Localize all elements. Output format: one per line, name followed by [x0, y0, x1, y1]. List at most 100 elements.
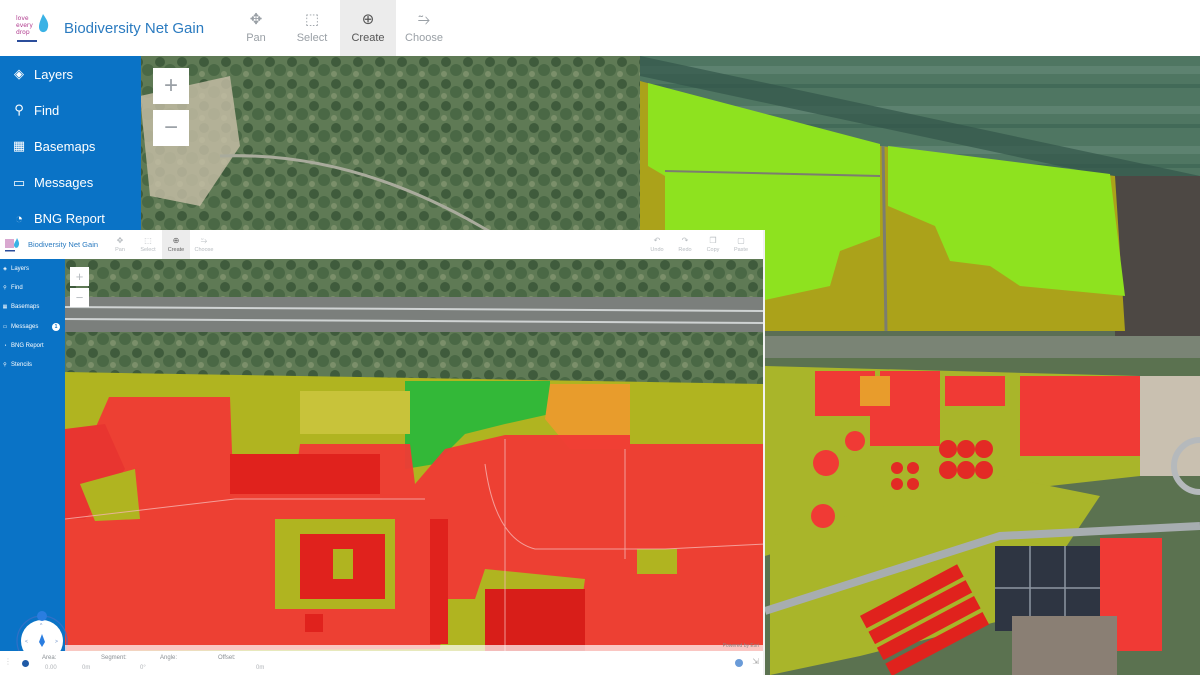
expand-icon[interactable]: ⇲ [752, 657, 759, 666]
area-value: 0.00 [45, 665, 57, 671]
sidebar-item-label: Layers [34, 66, 74, 82]
brand-logo: love every drop [14, 8, 54, 48]
svg-text:every: every [16, 22, 33, 29]
angle-value: 0° [140, 665, 146, 671]
pan-label: Pan [246, 32, 266, 44]
inset-choose-label: Choose [194, 247, 214, 253]
svg-text:love: love [16, 15, 29, 22]
inset-building-red [305, 614, 323, 632]
sidebar-item-messages[interactable]: ▭ Messages [0, 165, 141, 201]
inset-pan-label: Pan [115, 247, 125, 253]
sidebar-item-basemaps[interactable]: ▦ Basemaps [0, 128, 141, 164]
messages-count-badge: 1 [52, 322, 60, 331]
sidebar-item-label: Messages [34, 175, 94, 191]
inset-map[interactable] [65, 259, 765, 651]
tank-red [975, 440, 993, 458]
inset-pan-button[interactable]: ✥ Pan [106, 230, 134, 259]
sidebar-item-label: Find [34, 102, 60, 118]
stencil-icon: ⚲ [3, 362, 7, 369]
tank-red [975, 461, 993, 479]
zoom-in-button[interactable]: + [153, 68, 189, 104]
inset-select-label: Select [140, 247, 156, 253]
bare-ground [1140, 376, 1200, 476]
sidebar-item-label: BNG Report [34, 211, 105, 227]
segment-value: 0m [82, 665, 91, 671]
paste-button[interactable]: ▢ Paste [727, 230, 755, 259]
inset-sidebar-item-find[interactable]: ⚲ Find [0, 278, 65, 297]
attribution-text: Powered by Esri [722, 643, 759, 649]
inset-building-red [230, 454, 380, 494]
inset-select-button[interactable]: ⬚ Select [134, 230, 162, 259]
arable-field [1012, 616, 1117, 675]
inset-toolbar: Biodiversity Net Gain ✥ Pan ⬚ Select ⊕ C… [0, 230, 763, 259]
choose-tool-button[interactable]: ⥲ Choose [396, 0, 452, 56]
inset-choose-button[interactable]: ⥲ Choose [190, 230, 218, 259]
inset-sidebar-item-basemaps[interactable]: ▦ Basemaps [0, 298, 65, 317]
inset-sidebar-item-messages[interactable]: ▭ Messages 1 [0, 317, 65, 336]
rotation-handle[interactable] [37, 611, 47, 621]
inset-courtyard [333, 549, 353, 579]
search-icon: ⚲ [14, 102, 24, 118]
tank-red [845, 431, 865, 451]
search-icon: ⚲ [3, 284, 7, 291]
segment-label: Segment: [101, 655, 127, 661]
svg-text:drop: drop [16, 29, 30, 36]
sidebar-item-layers[interactable]: ◈ Layers [0, 56, 141, 92]
inset-zoom-out-button[interactable]: − [70, 288, 89, 307]
habitat-red-building [1020, 376, 1140, 456]
snap-icon[interactable] [22, 660, 29, 667]
sidebar-item-find[interactable]: ⚲ Find [0, 92, 141, 128]
ploughed-field [1115, 176, 1200, 336]
create-label: Create [351, 32, 385, 44]
inset-sidebar-item-bng-report[interactable]: ◔ BNG Report [0, 336, 65, 355]
inset-sidebar-item-layers[interactable]: ◈ Layers [0, 259, 65, 278]
undo-icon: ↶ [653, 236, 661, 245]
message-icon: ▭ [2, 323, 8, 330]
layers-icon: ◈ [3, 265, 7, 272]
tank-red [957, 440, 975, 458]
select-tool-button[interactable]: ⬚ Select [284, 0, 340, 56]
redo-button[interactable]: ↷ Redo [671, 230, 699, 259]
layers-icon: ◈ [14, 66, 24, 82]
tank-red [813, 450, 839, 476]
grid-icon: ▦ [2, 304, 8, 311]
handle-icon: ⋮ [4, 657, 12, 666]
inset-habitat-yellow [300, 391, 410, 434]
inset-create-button[interactable]: ⊕ Create [162, 230, 190, 259]
tank-red [939, 440, 957, 458]
sidebar-item-label: Basemaps [34, 138, 96, 154]
redo-icon: ↷ [681, 236, 689, 245]
undo-button[interactable]: ↶ Undo [643, 230, 671, 259]
inset-zoom-in-button[interactable]: + [70, 267, 89, 286]
inset-brand-logo [4, 236, 22, 254]
settings-icon[interactable] [735, 659, 743, 667]
area-label: Area: [42, 655, 57, 661]
tank-red [907, 478, 919, 490]
inset-edit-tools: ↶ Undo ↷ Redo ❐ Copy ▢ Paste [643, 230, 755, 259]
inset-sidebar-label: Basemaps [11, 304, 40, 311]
sidebar: ◈ Layers ⚲ Find ▦ Basemaps ▭ Messages ◔ … [0, 56, 141, 236]
habitat-orange [860, 376, 890, 406]
tank-red [957, 461, 975, 479]
app-root: love every drop Biodiversity Net Gain ✥ … [0, 0, 1200, 675]
move-icon: ✥ [249, 11, 263, 28]
pie-chart-icon: ◔ [3, 342, 7, 349]
copy-button[interactable]: ❐ Copy [699, 230, 727, 259]
habitat-red-building [945, 376, 1005, 406]
select-icon: ⬚ [144, 236, 152, 245]
tank-red [891, 478, 903, 490]
inset-sidebar-label: Layers [11, 265, 30, 272]
inset-sidebar-item-stencils[interactable]: ⚲ Stencils [0, 355, 65, 374]
tank-red [811, 504, 835, 528]
pan-tool-button[interactable]: ✥ Pan [228, 0, 284, 56]
offset-label: Offset: [218, 655, 236, 661]
grid-icon: ▦ [12, 138, 26, 154]
svg-text:<: < [25, 639, 28, 645]
choose-icon: ⥲ [200, 236, 208, 245]
paste-label: Paste [733, 247, 749, 253]
zoom-out-button[interactable]: − [153, 110, 189, 146]
pie-chart-icon: ◔ [15, 211, 23, 227]
undo-label: Undo [650, 247, 664, 253]
create-tool-button[interactable]: ⊕ Create [340, 0, 396, 56]
redo-label: Redo [678, 247, 692, 253]
